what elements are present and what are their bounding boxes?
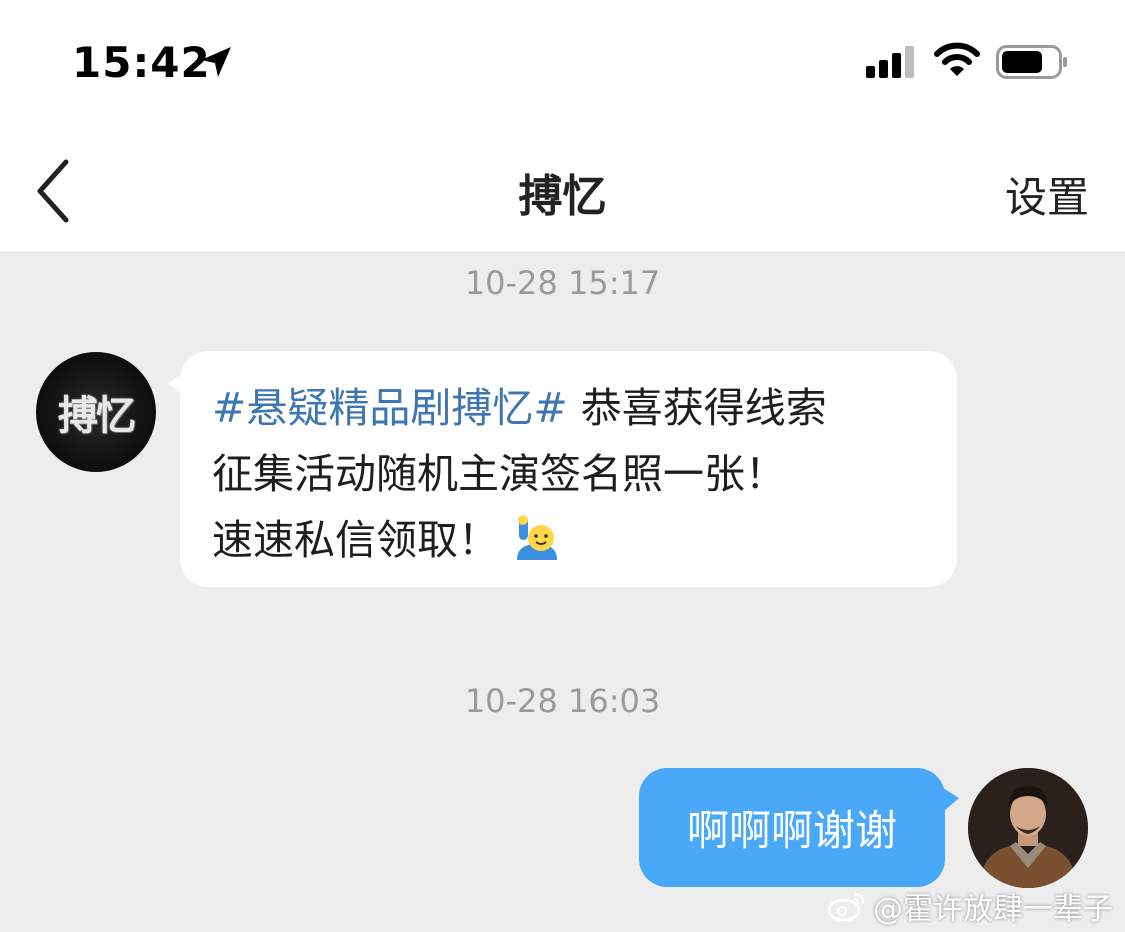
status-time: 15:42 <box>72 38 211 87</box>
outgoing-message-bubble[interactable]: 啊啊啊谢谢 <box>639 768 959 887</box>
message-text: 恭喜获得线索 <box>567 384 827 432</box>
message-timestamp: 10-28 16:03 <box>464 682 661 720</box>
settings-button[interactable]: 设置 <box>1005 164 1089 225</box>
wifi-icon <box>934 42 980 82</box>
weibo-logo-icon <box>827 892 865 922</box>
location-arrow-icon <box>198 44 234 84</box>
cellular-signal-icon <box>866 46 916 82</box>
incoming-message-bubble[interactable]: #悬疑精品剧搏忆# 恭喜获得线索 征集活动随机主演签名照一张！ 速速私信领取！ <box>168 351 957 587</box>
raising-hand-emoji-icon <box>513 514 561 583</box>
avatar-logo-text: 搏忆 <box>58 393 136 439</box>
message-text: 速速私信领取！ <box>212 516 499 564</box>
status-bar: 15:42 <box>0 0 1125 130</box>
message-line-1: #悬疑精品剧搏忆# 恭喜获得线索 <box>212 375 927 441</box>
user-avatar[interactable] <box>968 768 1088 888</box>
watermark: @霍许放肆一辈子 <box>827 884 1113 928</box>
page-title: 搏忆 <box>518 171 607 222</box>
message-timestamp: 10-28 15:17 <box>464 264 661 302</box>
watermark-text: @霍许放肆一辈子 <box>873 892 1113 927</box>
message-text: 啊啊啊谢谢 <box>686 806 897 855</box>
message-line-3: 速速私信领取！ <box>212 507 927 583</box>
person-photo-icon <box>968 768 1088 888</box>
nav-bar: 搏忆 设置 <box>0 130 1125 253</box>
battery-icon <box>996 45 1068 83</box>
hashtag-link[interactable]: #悬疑精品剧搏忆# <box>212 384 568 432</box>
message-line-2: 征集活动随机主演签名照一张！ <box>212 450 786 498</box>
sender-avatar[interactable]: 搏忆 <box>36 352 156 472</box>
